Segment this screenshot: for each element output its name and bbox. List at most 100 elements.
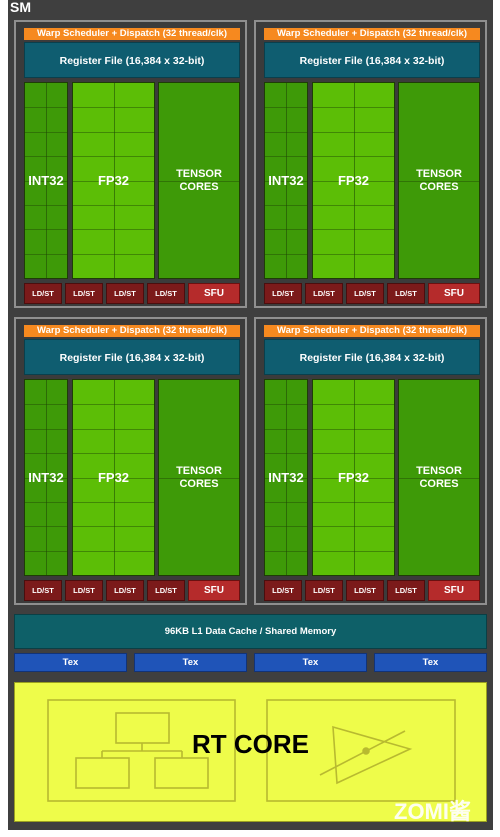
- watermark: ZOMI酱: [394, 799, 471, 824]
- fp32-unit: FP32: [312, 379, 395, 576]
- grid-line: [265, 229, 307, 231]
- grid-line: [265, 253, 307, 255]
- sm-partition: Warp Scheduler + Dispatch (32 thread/clk…: [254, 20, 487, 308]
- tensor-cores-unit: TENSOR CORES: [158, 82, 240, 279]
- grid-line: [313, 453, 394, 455]
- tensor-label-line2: CORES: [419, 477, 459, 490]
- grid-line: [313, 428, 394, 430]
- ldst-unit: LD/ST: [264, 283, 302, 304]
- grid-line: [73, 253, 154, 255]
- grid-line: [25, 131, 67, 133]
- ldst-sfu-row: LD/ST LD/ST LD/ST LD/ST SFU: [24, 580, 240, 601]
- tex-unit: Tex: [14, 653, 127, 672]
- int32-unit: INT32: [264, 82, 308, 279]
- grid-line: [25, 404, 67, 406]
- grid-line: [73, 453, 154, 455]
- grid-line: [265, 526, 307, 528]
- grid-line: [73, 229, 154, 231]
- tensor-cores-label: TENSOR CORES: [399, 168, 479, 194]
- tensor-label-line1: TENSOR: [176, 167, 222, 180]
- grid-line: [313, 156, 394, 158]
- ldst-unit: LD/ST: [305, 283, 343, 304]
- grid-line: [73, 107, 154, 109]
- grid-line: [73, 501, 154, 503]
- rt-core-label: RT CORE: [192, 729, 309, 759]
- sm-block: SM Warp Scheduler + Dispatch (32 thread/…: [8, 0, 493, 830]
- grid-line: [73, 428, 154, 430]
- register-file: Register File (16,384 x 32-bit): [24, 42, 240, 78]
- register-file: Register File (16,384 x 32-bit): [264, 42, 480, 78]
- fp32-unit: FP32: [72, 379, 155, 576]
- grid-line: [73, 156, 154, 158]
- sfu-unit: SFU: [428, 283, 480, 304]
- sm-partition: Warp Scheduler + Dispatch (32 thread/clk…: [14, 317, 247, 605]
- warp-scheduler: Warp Scheduler + Dispatch (32 thread/clk…: [24, 28, 240, 40]
- tex-unit: Tex: [134, 653, 247, 672]
- sm-label: SM: [10, 0, 31, 15]
- grid-line: [25, 501, 67, 503]
- ldst-unit: LD/ST: [346, 283, 384, 304]
- int32-label: INT32: [28, 469, 64, 485]
- grid-line: [25, 253, 67, 255]
- grid-line: [73, 204, 154, 206]
- ldst-unit: LD/ST: [24, 283, 62, 304]
- tensor-label-line1: TENSOR: [416, 167, 462, 180]
- grid-line: [313, 501, 394, 503]
- sm-partition: Warp Scheduler + Dispatch (32 thread/clk…: [254, 317, 487, 605]
- grid-line: [265, 156, 307, 158]
- ldst-unit: LD/ST: [264, 580, 302, 601]
- grid-line: [25, 156, 67, 158]
- grid-line: [265, 131, 307, 133]
- grid-line: [73, 526, 154, 528]
- grid-line: [73, 404, 154, 406]
- fp32-label: FP32: [337, 172, 370, 188]
- fp32-label: FP32: [337, 469, 370, 485]
- grid-line: [265, 107, 307, 109]
- fp32-unit: FP32: [72, 82, 155, 279]
- tex-unit: Tex: [374, 653, 487, 672]
- grid-line: [25, 526, 67, 528]
- grid-line: [25, 550, 67, 552]
- tensor-label-line2: CORES: [419, 180, 459, 193]
- grid-line: [73, 550, 154, 552]
- l1-data-cache: 96KB L1 Data Cache / Shared Memory: [14, 614, 487, 649]
- grid-line: [313, 131, 394, 133]
- grid-line: [265, 428, 307, 430]
- int32-label: INT32: [268, 172, 304, 188]
- grid-line: [25, 107, 67, 109]
- tensor-label-line2: CORES: [179, 477, 219, 490]
- ldst-unit: LD/ST: [24, 580, 62, 601]
- warp-scheduler: Warp Scheduler + Dispatch (32 thread/clk…: [264, 28, 480, 40]
- tensor-cores-label: TENSOR CORES: [399, 465, 479, 491]
- ldst-unit: LD/ST: [387, 283, 425, 304]
- fp32-label: FP32: [97, 172, 130, 188]
- ldst-unit: LD/ST: [147, 580, 185, 601]
- tensor-label-line1: TENSOR: [416, 464, 462, 477]
- grid-line: [25, 229, 67, 231]
- int32-unit: INT32: [24, 82, 68, 279]
- grid-line: [313, 253, 394, 255]
- int32-label: INT32: [268, 469, 304, 485]
- grid-line: [313, 229, 394, 231]
- tensor-cores-unit: TENSOR CORES: [158, 379, 240, 576]
- sm-partition: Warp Scheduler + Dispatch (32 thread/clk…: [14, 20, 247, 308]
- fp32-unit: FP32: [312, 82, 395, 279]
- ldst-unit: LD/ST: [346, 580, 384, 601]
- fp32-label: FP32: [97, 469, 130, 485]
- tensor-label-line1: TENSOR: [176, 464, 222, 477]
- bvh-right-node: [154, 757, 209, 789]
- grid-line: [25, 204, 67, 206]
- register-file: Register File (16,384 x 32-bit): [24, 339, 240, 375]
- grid-line: [313, 550, 394, 552]
- ldst-unit: LD/ST: [65, 283, 103, 304]
- grid-line: [73, 131, 154, 133]
- tex-unit: Tex: [254, 653, 367, 672]
- tensor-cores-label: TENSOR CORES: [159, 168, 239, 194]
- ldst-unit: LD/ST: [387, 580, 425, 601]
- grid-line: [265, 204, 307, 206]
- grid-line: [313, 526, 394, 528]
- grid-line: [313, 404, 394, 406]
- int32-unit: INT32: [24, 379, 68, 576]
- ldst-sfu-row: LD/ST LD/ST LD/ST LD/ST SFU: [24, 283, 240, 304]
- ldst-unit: LD/ST: [305, 580, 343, 601]
